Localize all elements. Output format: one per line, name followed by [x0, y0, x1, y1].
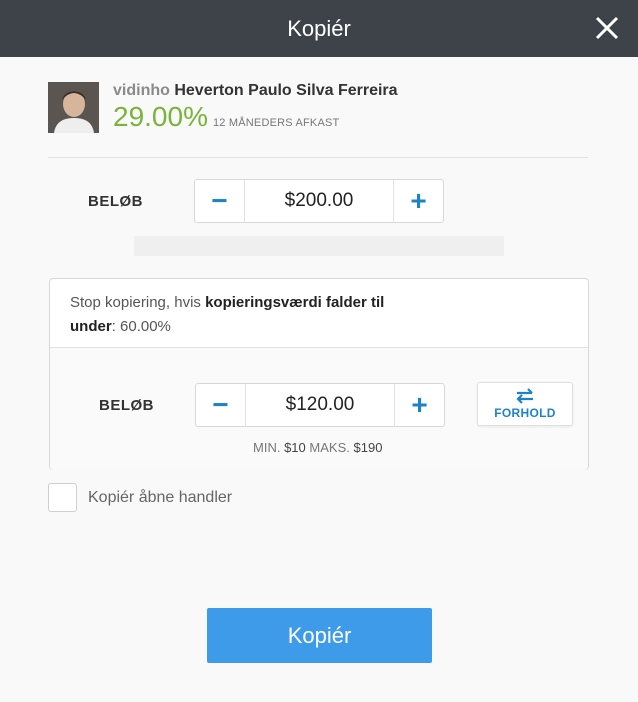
stop-loss-amount-label: BELØB — [99, 397, 154, 414]
stop-loss-range: MIN. $10 MAKS. $190 — [253, 440, 383, 455]
avatar — [48, 82, 99, 133]
amount-increase-button[interactable]: + — [393, 180, 443, 222]
gain-period-label: 12 MÅNEDERS AFKAST — [212, 117, 340, 129]
copy-button[interactable]: Kopiér — [207, 608, 432, 663]
stop-loss-panel: Stop kopiering, hvis kopieringsværdi fal… — [49, 278, 589, 470]
ratio-label: FORHOLD — [494, 406, 556, 420]
blurred-info — [134, 236, 504, 256]
trader-username[interactable]: vidinho — [113, 82, 170, 99]
amount-stepper: − $200.00 + — [194, 179, 444, 223]
copy-open-trades-row: Kopiér åbne handler — [48, 483, 232, 512]
dialog-header: Kopiér — [0, 0, 638, 57]
trader-gain: 29.00% — [113, 101, 208, 132]
stop-loss-text: Stop kopiering, hvis kopieringsværdi fal… — [70, 294, 385, 335]
dialog-title: Kopiér — [287, 15, 351, 41]
trader-fullname: Heverton Paulo Silva Ferreira — [174, 82, 398, 99]
copy-open-trades-label[interactable]: Kopiér åbne handler — [88, 489, 232, 507]
ratio-toggle-button[interactable]: FORHOLD — [477, 382, 573, 426]
stop-loss-decrease-button[interactable]: − — [196, 384, 246, 426]
stop-loss-increase-button[interactable]: + — [394, 384, 444, 426]
divider — [48, 157, 588, 158]
trader-details: vidinho Heverton Paulo Silva Ferreira 29… — [113, 82, 398, 133]
amount-input[interactable]: $200.00 — [245, 180, 393, 222]
swap-arrows-icon — [516, 388, 533, 404]
close-icon[interactable] — [592, 13, 622, 43]
trader-info: vidinho Heverton Paulo Silva Ferreira 29… — [48, 82, 398, 133]
amount-decrease-button[interactable]: − — [195, 180, 245, 222]
stop-loss-stepper: − $120.00 + — [195, 383, 445, 427]
copy-open-trades-checkbox[interactable] — [48, 483, 77, 512]
stop-loss-input[interactable]: $120.00 — [246, 384, 394, 426]
amount-label: BELØB — [88, 193, 143, 210]
